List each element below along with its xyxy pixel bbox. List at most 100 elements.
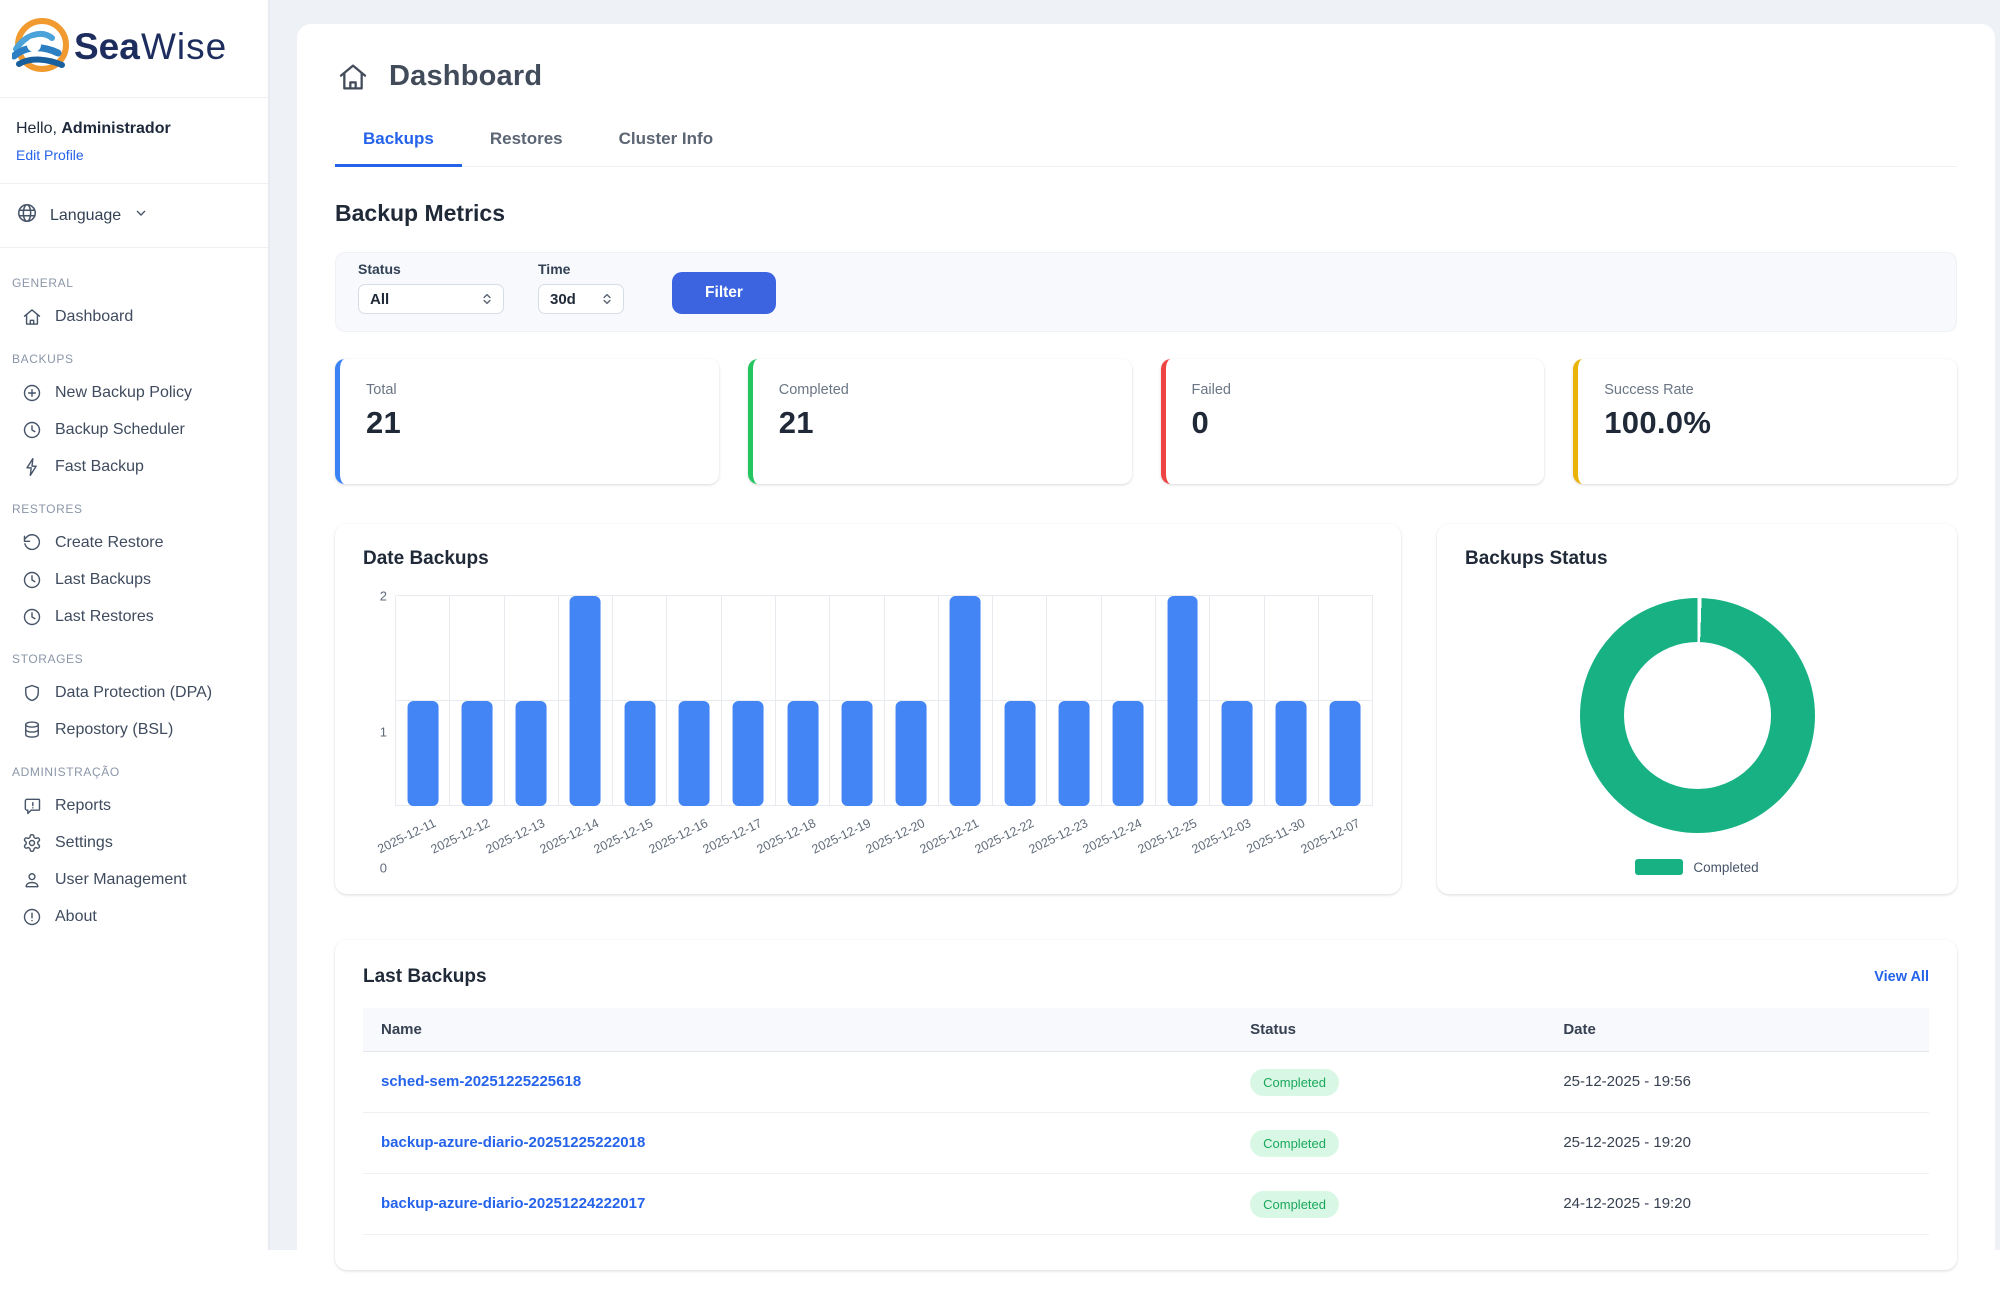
x-axis-tick: 2025-12-22 <box>972 816 1036 857</box>
date-backups-chart-card: Date Backups 2025-12-112025-12-122025-12… <box>335 524 1401 894</box>
backup-date: 25-12-2025 - 19:20 <box>1563 1134 1691 1151</box>
language-selector[interactable]: Language <box>0 184 268 248</box>
view-all-link[interactable]: View All <box>1874 969 1929 985</box>
bar-2025-12-19 <box>841 701 872 806</box>
bar-column <box>1210 596 1264 806</box>
sidebar-item-repostory-bsl[interactable]: Repostory (BSL) <box>10 713 258 747</box>
nav-section-restores: RESTORES <box>12 502 258 516</box>
sidebar-item-settings[interactable]: Settings <box>10 826 258 860</box>
sidebar-item-create-restore[interactable]: Create Restore <box>10 526 258 560</box>
bar-2025-12-11 <box>407 701 438 806</box>
bar-2025-12-13 <box>516 701 547 806</box>
stat-value: 21 <box>779 405 1106 441</box>
bar-column <box>613 596 667 806</box>
time-select[interactable]: 30d <box>538 284 624 314</box>
filter-button[interactable]: Filter <box>672 272 776 314</box>
bar-chart-title: Date Backups <box>363 548 1373 570</box>
backup-name-link[interactable]: backup-azure-diario-20251225222018 <box>381 1134 645 1151</box>
sidebar-item-label: About <box>55 908 97 926</box>
y-axis-tick: 2 <box>363 589 387 604</box>
x-axis-tick: 2025-12-18 <box>755 816 819 857</box>
backups-status-chart-card: Backups Status Completed <box>1437 524 1957 894</box>
time-select-value: 30d <box>550 291 576 308</box>
bar-column <box>722 596 776 806</box>
sidebar-item-new-backup-policy[interactable]: New Backup Policy <box>10 376 258 410</box>
bar-column <box>559 596 613 806</box>
sidebar-item-dashboard[interactable]: Dashboard <box>10 300 258 334</box>
backup-name-link[interactable]: sched-sem-20251225225618 <box>381 1073 581 1090</box>
chevron-down-icon <box>133 205 149 226</box>
greeting-text: Hello, Administrador <box>16 120 252 138</box>
last-backups-card: Last Backups View All Name Status Date s… <box>335 940 1957 1270</box>
nav-section-administra-o: ADMINISTRAÇÃO <box>12 765 258 779</box>
seawise-logo-icon: Sea Wise <box>12 14 244 76</box>
tab-restores[interactable]: Restores <box>462 119 591 167</box>
stat-label: Completed <box>779 382 1106 398</box>
sidebar-item-reports[interactable]: Reports <box>10 789 258 823</box>
x-axis-tick: 2025-12-17 <box>700 816 764 857</box>
sidebar-item-label: Last Restores <box>55 608 154 626</box>
bar-2025-12-21 <box>950 596 981 806</box>
stat-value: 21 <box>366 405 693 441</box>
table-row: backup-azure-diario-20251224222017 Compl… <box>363 1174 1929 1235</box>
sidebar-item-label: Create Restore <box>55 534 164 552</box>
sidebar-item-about[interactable]: About <box>10 900 258 934</box>
status-filter-label: Status <box>358 261 504 277</box>
tab-backups[interactable]: Backups <box>335 119 462 167</box>
tab-bar: BackupsRestoresCluster Info <box>335 119 1957 167</box>
sidebar-item-last-restores[interactable]: Last Restores <box>10 600 258 634</box>
column-header-status: Status <box>1232 1008 1545 1051</box>
user-icon <box>22 870 42 890</box>
donut-legend: Completed <box>1635 859 1758 875</box>
sidebar-nav: GENERALDashboardBACKUPSNew Backup Policy… <box>0 248 268 934</box>
legend-label: Completed <box>1693 860 1758 875</box>
home-icon <box>22 307 42 327</box>
last-backups-heading: Last Backups <box>363 966 487 988</box>
bar-2025-12-07 <box>1330 701 1361 806</box>
bar-column <box>667 596 721 806</box>
sidebar-item-label: Last Backups <box>55 571 151 589</box>
x-axis-tick: 2025-12-24 <box>1081 816 1145 857</box>
filter-bar: Status All Time 30d Filter <box>335 252 1957 332</box>
sidebar-item-fast-backup[interactable]: Fast Backup <box>10 450 258 484</box>
bar-column <box>830 596 884 806</box>
bar-chart: 2025-12-112025-12-122025-12-132025-12-14… <box>363 596 1373 868</box>
bar-2025-12-15 <box>624 701 655 806</box>
bar-2025-12-22 <box>1004 701 1035 806</box>
stat-value: 100.0% <box>1604 405 1931 441</box>
page-title: Dashboard <box>389 60 542 93</box>
logo[interactable]: Sea Wise <box>0 0 268 98</box>
sidebar-item-backup-scheduler[interactable]: Backup Scheduler <box>10 413 258 447</box>
bar-column <box>396 596 450 806</box>
stat-cards: Total 21Completed 21Failed 0Success Rate… <box>335 359 1957 484</box>
x-axis-tick: 2025-12-15 <box>592 816 656 857</box>
sidebar-item-data-protection-dpa[interactable]: Data Protection (DPA) <box>10 676 258 710</box>
restore-icon <box>22 533 42 553</box>
clock-icon <box>22 607 42 627</box>
bar-column <box>939 596 993 806</box>
bar-column <box>885 596 939 806</box>
main-content: Dashboard BackupsRestoresCluster Info Ba… <box>297 24 1995 1313</box>
stat-card-failed: Failed 0 <box>1161 359 1545 484</box>
legend-swatch <box>1635 859 1683 875</box>
bar-column <box>1156 596 1210 806</box>
status-badge: Completed <box>1250 1069 1339 1096</box>
x-axis-tick: 2025-12-12 <box>429 816 493 857</box>
stat-label: Total <box>366 382 693 398</box>
brand-bold: Sea <box>74 26 140 67</box>
sidebar-item-label: Repostory (BSL) <box>55 721 173 739</box>
tab-cluster-info[interactable]: Cluster Info <box>591 119 741 167</box>
clock-icon <box>22 420 42 440</box>
user-name: Administrador <box>61 120 170 137</box>
x-axis-tick: 2025-11-30 <box>1245 816 1308 856</box>
sidebar-item-user-management[interactable]: User Management <box>10 863 258 897</box>
home-icon <box>337 61 369 93</box>
x-axis-tick: 2025-12-20 <box>863 816 927 857</box>
backup-name-link[interactable]: backup-azure-diario-20251224222017 <box>381 1195 645 1212</box>
bar-column <box>1047 596 1101 806</box>
edit-profile-link[interactable]: Edit Profile <box>16 147 84 163</box>
column-header-name: Name <box>363 1008 1232 1051</box>
status-select[interactable]: All <box>358 284 504 314</box>
sidebar-item-last-backups[interactable]: Last Backups <box>10 563 258 597</box>
stat-card-completed: Completed 21 <box>748 359 1132 484</box>
